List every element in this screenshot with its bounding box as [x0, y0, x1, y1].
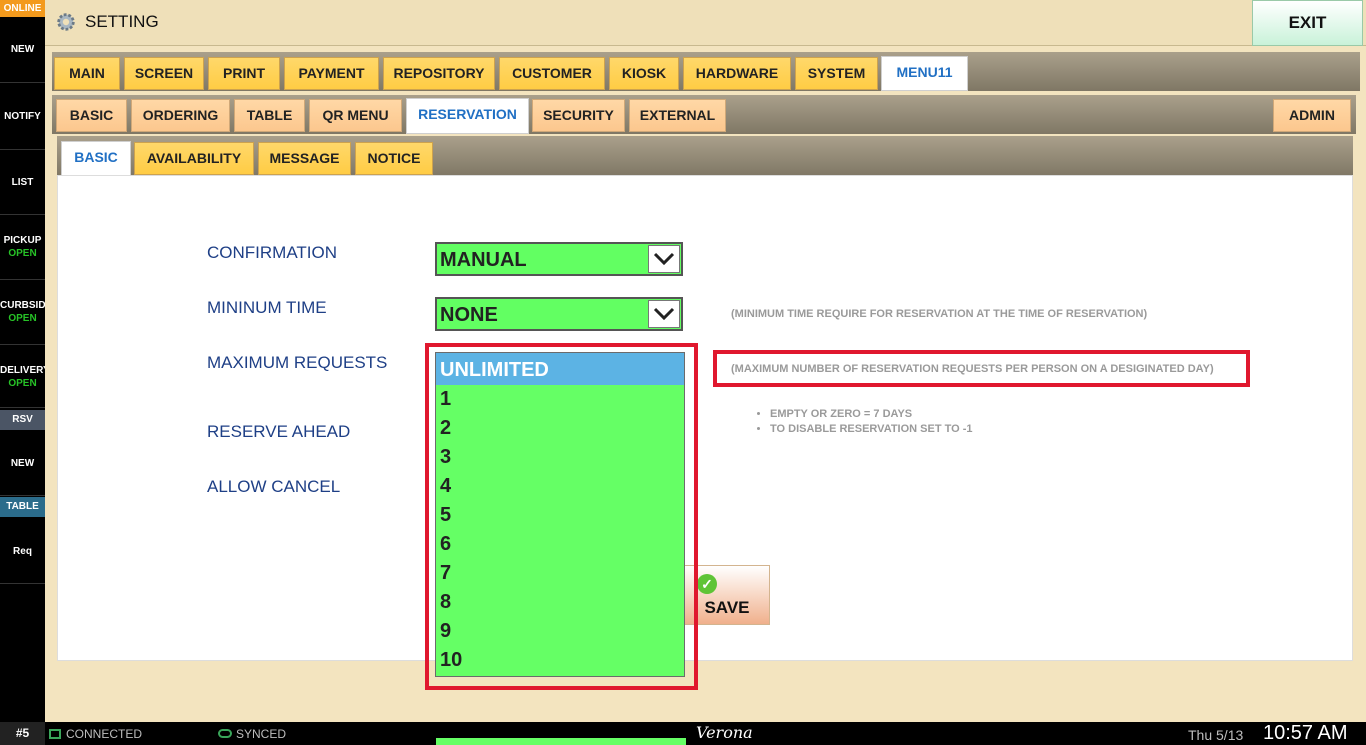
- sidebar-item-notify[interactable]: NOTIFY: [0, 83, 45, 150]
- tab-reservation[interactable]: RESERVATION: [406, 98, 529, 134]
- tab-kiosk[interactable]: KIOSK: [609, 57, 679, 90]
- confirmation-select[interactable]: MANUAL: [435, 242, 683, 276]
- reserve-ahead-hints: EMPTY OR ZERO = 7 DAYS TO DISABLE RESERV…: [754, 407, 973, 437]
- confirmation-value: MANUAL: [440, 249, 527, 271]
- tab-repository[interactable]: REPOSITORY: [383, 57, 495, 90]
- maximum-requests-label: MAXIMUM REQUESTS: [207, 353, 388, 372]
- tab-print[interactable]: PRINT: [208, 57, 280, 90]
- sidebar-item-label: NEW: [10, 44, 35, 55]
- gear-icon: [57, 13, 75, 31]
- tab-table[interactable]: TABLE: [234, 99, 305, 132]
- tab-admin[interactable]: ADMIN: [1273, 99, 1351, 132]
- tab-screen[interactable]: SCREEN: [124, 57, 204, 90]
- date-display: Thu 5/13: [1188, 727, 1244, 743]
- tab-external[interactable]: EXTERNAL: [629, 99, 726, 132]
- online-badge: ONLINE: [0, 0, 45, 17]
- sidebar-item-label: PICKUP: [3, 235, 42, 246]
- sidebar-item-new[interactable]: NEW: [0, 17, 45, 83]
- check-icon: ✓: [697, 574, 717, 594]
- sidebar-item-new-rsv[interactable]: NEW: [0, 432, 45, 496]
- sidebar-item-label: DELIVERY: [0, 365, 45, 376]
- app-window: ONLINE NEW NOTIFY LIST PICKUP OPEN CURBSI…: [0, 0, 1366, 745]
- sidebar-item-label: LIST: [11, 177, 34, 188]
- highlight-box-dropdown: [425, 343, 698, 690]
- connection-status: CONNECTED: [66, 727, 143, 741]
- sidebar-item-delivery[interactable]: DELIVERY OPEN: [0, 345, 45, 408]
- tab-payment[interactable]: PAYMENT: [284, 57, 379, 90]
- tab-qr-menu[interactable]: QR MENU: [309, 99, 402, 132]
- tab-hardware[interactable]: HARDWARE: [683, 57, 791, 90]
- header-bar: SETTING EXIT: [45, 0, 1366, 46]
- cloud-icon: [218, 729, 232, 738]
- sidebar-item-label: CURBSIDE: [0, 300, 45, 311]
- brand-name: Verona: [696, 723, 753, 742]
- tab-message[interactable]: MESSAGE: [258, 142, 351, 175]
- sidebar-item-curbside[interactable]: CURBSIDE OPEN: [0, 280, 45, 345]
- hint-item: EMPTY OR ZERO = 7 DAYS: [770, 407, 973, 422]
- left-sidebar: ONLINE NEW NOTIFY LIST PICKUP OPEN CURBSI…: [0, 0, 45, 722]
- save-label: SAVE: [704, 598, 750, 617]
- sidebar-item-status: OPEN: [8, 313, 37, 324]
- exit-button[interactable]: EXIT: [1252, 0, 1363, 46]
- sidebar-item-label: NOTIFY: [4, 111, 41, 122]
- minimum-time-label: MININUM TIME: [207, 298, 327, 317]
- sidebar-item-label: Req: [13, 546, 32, 557]
- sidebar-item-label: NEW: [10, 458, 35, 469]
- sidebar-item-list[interactable]: LIST: [0, 150, 45, 215]
- sidebar-item-status: OPEN: [8, 248, 37, 259]
- tab-system[interactable]: SYSTEM: [795, 57, 878, 90]
- sidebar-item-pickup[interactable]: PICKUP OPEN: [0, 215, 45, 280]
- chevron-down-icon[interactable]: [648, 300, 680, 328]
- tab-availability[interactable]: AVAILABILITY: [134, 142, 254, 175]
- sidebar-tag-rsv[interactable]: RSV: [0, 410, 45, 430]
- clock-display: 10:57 AM: [1263, 722, 1348, 744]
- sidebar-item-status: OPEN: [8, 378, 37, 389]
- minimum-time-note: (MINIMUM TIME REQUIRE FOR RESERVATION AT…: [731, 308, 1148, 320]
- tab-basic[interactable]: BASIC: [56, 99, 127, 132]
- allow-cancel-label: ALLOW CANCEL: [207, 477, 341, 496]
- hint-item: TO DISABLE RESERVATION SET TO -1: [770, 422, 973, 437]
- tab-security[interactable]: SECURITY: [532, 99, 625, 132]
- highlight-box-note: [713, 350, 1250, 387]
- minimum-time-select[interactable]: NONE: [435, 297, 683, 331]
- confirmation-label: CONFIRMATION: [207, 243, 338, 262]
- tab-notice[interactable]: NOTICE: [355, 142, 433, 175]
- dropdown-overflow-strip: [436, 738, 686, 745]
- tab-ordering[interactable]: ORDERING: [131, 99, 230, 132]
- sync-status: SYNCED: [236, 727, 287, 741]
- tab-main[interactable]: MAIN: [54, 57, 120, 90]
- chevron-down-icon[interactable]: [648, 245, 680, 273]
- station-number: #5: [0, 722, 45, 745]
- tab-menu11[interactable]: MENU11: [881, 56, 968, 91]
- page-title: SETTING: [85, 12, 159, 31]
- minimum-time-value: NONE: [440, 304, 498, 326]
- tab-inner-basic[interactable]: BASIC: [61, 141, 131, 177]
- sidebar-tag-table[interactable]: TABLE: [0, 497, 45, 517]
- monitor-icon: [49, 729, 61, 739]
- sidebar-item-req[interactable]: Req: [0, 519, 45, 584]
- reserve-ahead-label: RESERVE AHEAD: [207, 422, 351, 441]
- tab-customer[interactable]: CUSTOMER: [499, 57, 605, 90]
